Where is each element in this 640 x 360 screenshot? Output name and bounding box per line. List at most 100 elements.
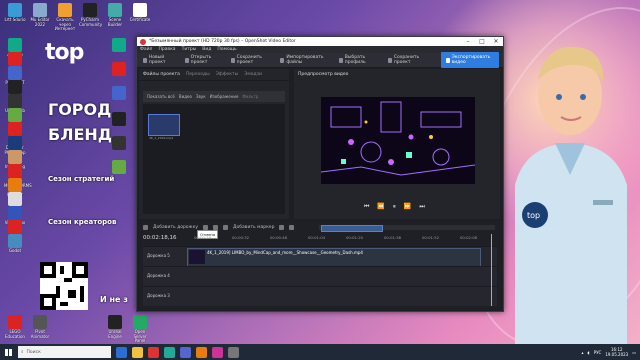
ruler-tick: 00:01:20 [346,235,364,240]
notifications-icon[interactable]: ▭ [632,350,636,355]
jump-end-icon[interactable]: ⏭ [419,203,424,211]
app-icon [133,315,147,329]
desktop-icon[interactable]: Open Server Panel [129,315,151,344]
desktop-icon[interactable]: Certificate [129,3,151,23]
save-project-button[interactable]: Сохранить проект [228,54,274,66]
track-name: Дорожка 5 [147,253,170,258]
taskbar-app-icon[interactable] [196,346,207,358]
desktop-icon[interactable]: Godot [4,234,26,254]
playhead[interactable] [491,234,492,306]
taskbar-search[interactable]: ⌕ Поиск [18,346,111,358]
choose-profile-button[interactable]: Выбрать профиль [336,54,381,66]
taskbar-app-icon[interactable] [212,346,223,358]
track-5[interactable]: Дорожка 5 4K_1_2019] LIMBO_by_MindCap_an… [143,246,497,267]
app-icon [8,192,22,206]
previous-marker-icon[interactable] [279,224,285,230]
openshot-window: *Безымянный проект (HD 720p 30 fps) – Op… [136,36,504,312]
taskbar-app-icon[interactable] [164,346,175,358]
desktop-icon[interactable] [108,86,130,101]
app-icon [8,94,22,108]
app-icon [112,160,126,174]
openshot-app-icon [140,38,146,45]
track-name: Дорожка 3 [147,293,170,298]
desktop-icon[interactable]: Lrtt Sdurio [4,3,26,23]
desktop-icon[interactable]: Pivot Animator [29,315,51,339]
banner-top-logo: top [45,40,84,65]
app-icon [112,112,126,126]
ruler-tick: 00:01:52 [422,235,440,240]
filter-audio[interactable]: Звук [196,94,206,99]
jump-start-icon[interactable]: ⏮ [364,203,369,211]
app-icon [112,136,126,150]
export-video-button[interactable]: Экспортировать видео [440,52,499,68]
menu-file[interactable]: Файл [140,47,152,52]
save-project-right-button[interactable]: Сохранить проект [385,54,431,66]
timeline-zoom-bar[interactable] [319,225,495,232]
add-marker-button[interactable]: Добавить маркер [233,225,274,230]
filter-video[interactable]: Видео [179,94,192,99]
tab-effects[interactable]: Эффекты [216,72,239,77]
zoom-selection[interactable] [321,225,383,232]
taskbar-app-icon[interactable] [148,346,159,358]
desktop-icon[interactable]: Скачать через Интернет [54,3,76,32]
clock[interactable]: 16:12 19.05.2023 [605,347,628,357]
app-icon [8,164,22,178]
windows-logo-icon [4,348,12,356]
pause-icon[interactable]: ⏸ [393,203,396,211]
timeline-ruler[interactable]: 00:00:16 00:00:32 00:00:48 00:01:04 00:0… [189,235,499,243]
desktop-icon-label: Unreal Engine [108,329,122,339]
next-marker-icon[interactable] [289,224,295,230]
menu-titles[interactable]: Титры [182,47,197,52]
video-clip[interactable]: 4K_1_2019] LIMBO_by_MindCap_and_more__Sh… [187,248,481,267]
rewind-icon[interactable]: ⏪ [377,203,384,211]
file-list: 4K_1_2019.mp4 [143,104,285,214]
open-project-button[interactable]: Открыть проект [182,54,224,66]
filter-search[interactable]: Фильтр [242,94,258,99]
network-icon[interactable]: ▴ [582,350,584,355]
track-3[interactable]: Дорожка 3 [143,286,497,306]
razor-icon[interactable] [213,224,218,230]
import-files-label: Импортировать файлы [286,55,324,65]
desktop-icon[interactable]: Unreal Engine [104,315,126,339]
add-track-button[interactable]: Добавить дорожку [153,225,198,230]
volume-icon[interactable]: ◖ [588,350,590,355]
desktop-icon-label: PyCharm Community [79,17,103,27]
tab-project-files[interactable]: Файлы проекта [143,72,180,77]
import-files-button[interactable]: Импортировать файлы [277,54,331,66]
taskbar-app-icon[interactable] [132,346,143,358]
taskbar-app-icon[interactable] [180,346,191,358]
save-icon [230,57,235,63]
minimize-button[interactable]: – [461,38,475,45]
desktop-icon[interactable]: LEGO Education [4,315,26,339]
app-icon [108,3,122,17]
app-icon [83,3,97,17]
desktop-icon[interactable]: Mu Editor 2022 [29,3,51,27]
snap-icon[interactable] [203,224,208,230]
desktop-icon[interactable]: PyCharm Community [79,3,103,27]
playback-controls: ⏮ ⏪ ⏸ ⏩ ⏭ [364,203,425,211]
filter-show-all[interactable]: Показать всё [147,94,175,99]
filter-image[interactable]: Изображение [210,94,239,99]
language-indicator[interactable]: РУС [594,350,602,355]
taskbar-app-icon[interactable] [116,346,127,358]
slogan-line-3: Сезон стратегий [48,175,115,183]
fast-forward-icon[interactable]: ⏩ [404,203,411,211]
app-icon [8,178,22,192]
menu-help[interactable]: Помощь [217,47,236,52]
tab-transitions[interactable]: Переходы [186,72,210,77]
title-bar[interactable]: *Безымянный проект (HD 720p 30 fps) – Op… [137,37,503,46]
menu-edit[interactable]: Правка [158,47,175,52]
new-project-button[interactable]: Новый проект [140,54,178,66]
desktop-icon[interactable] [108,160,130,175]
file-thumbnail[interactable]: 4K_1_2019.mp4 [148,114,180,140]
track-4[interactable]: Дорожка 4 [143,266,497,286]
desktop-icon[interactable]: Scene Builder [104,3,126,27]
start-button[interactable] [0,344,16,360]
close-button[interactable]: ✕ [489,38,503,45]
taskbar-app-icon[interactable] [228,346,239,358]
taskbar-pinned-apps [111,346,239,358]
tab-emoji[interactable]: Эмодзи [244,72,262,77]
open-project-label: Открыть проект [190,55,212,65]
maximize-button[interactable]: □ [475,38,489,45]
menu-view[interactable]: Вид [202,47,211,52]
